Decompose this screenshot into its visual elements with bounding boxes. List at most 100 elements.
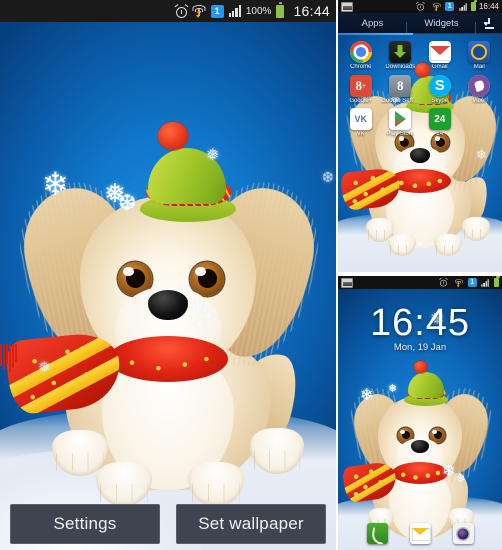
gallery-icon <box>341 1 353 12</box>
app-item-gmail[interactable]: Gmail <box>420 41 460 71</box>
app-item-downloads[interactable]: Downloads <box>381 41 421 71</box>
status-bar-clock: 16:44 <box>293 3 330 19</box>
play-store-icon <box>389 108 412 131</box>
snowflake-icon: ❆ <box>322 169 334 185</box>
app-item-google-plus[interactable]: 8 + Google+ <box>341 74 381 105</box>
app-item-skype[interactable]: Skype <box>420 74 460 105</box>
notification-badge: 1 <box>210 4 224 18</box>
notification-badge: 1 <box>467 278 477 287</box>
lock-date: Mon, 19 Jan <box>393 342 447 353</box>
puppy-eye-right <box>190 262 224 296</box>
alarm-clock-icon <box>438 277 448 287</box>
scarf-ring <box>392 462 448 484</box>
scarf-tail <box>341 460 399 504</box>
google-settings-icon: 8 <box>389 74 412 97</box>
download-button[interactable] <box>476 17 502 29</box>
scarf-tail <box>340 167 402 211</box>
app-label: Gmail <box>431 64 448 70</box>
vk-icon <box>349 108 372 131</box>
lock-clock: 16:45 <box>369 302 471 344</box>
page-indicator <box>338 241 502 246</box>
battery-full-icon <box>276 2 285 18</box>
gallery-icon <box>341 277 353 288</box>
app-item-24[interactable]: 24 24 <box>420 108 460 138</box>
puppy-paw-right-front <box>188 462 244 506</box>
set-wallpaper-button[interactable]: Set wallpaper <box>176 504 326 544</box>
signal-bars-icon <box>458 2 467 11</box>
lock-status-bar: 1 <box>338 276 502 289</box>
battery-full-icon <box>494 276 500 287</box>
download-icon <box>482 17 494 29</box>
scarf-fringe <box>0 344 18 372</box>
app-label: Google+ <box>349 97 373 104</box>
puppy-paw-right-back <box>462 217 490 241</box>
app-label: Skype <box>431 97 449 104</box>
screenshot-root: ❄ ❅ ❆ ❅ ❄ ❄ ❄ ❆ ❅ 1 100% 16:44 Settings … <box>0 0 502 550</box>
scarf-ring <box>108 336 228 382</box>
wifi-download-icon <box>432 2 441 11</box>
google-plus-icon: 8 + <box>349 74 372 97</box>
app-label: Viber <box>472 97 487 104</box>
drawer-tab-bar: Apps Widgets <box>338 13 502 35</box>
scarf-tail <box>4 330 124 416</box>
camera-icon[interactable] <box>452 523 474 544</box>
app-label: Google Settings <box>381 97 419 104</box>
settings-button[interactable]: Settings <box>10 504 160 544</box>
hat-pompom <box>414 361 427 373</box>
downloads-icon <box>389 41 412 63</box>
gmail-icon <box>428 41 451 63</box>
tab-apps[interactable]: Apps <box>338 18 407 35</box>
app-item-empty <box>460 108 500 138</box>
alarm-clock-icon <box>174 3 189 18</box>
alarm-clock-icon <box>416 1 425 11</box>
message-icon[interactable] <box>409 523 431 544</box>
status-bar: 1 100% 16:44 <box>0 0 336 22</box>
hat-cone <box>408 372 444 398</box>
app-label: VK <box>356 131 365 138</box>
phone-icon[interactable] <box>366 523 388 544</box>
battery-full-icon <box>471 0 478 11</box>
app-label: Downloads <box>385 64 416 70</box>
main-wallpaper-preview: ❄ ❅ ❆ ❅ ❄ ❄ ❄ ❆ ❅ 1 100% 16:44 Settings … <box>0 0 336 550</box>
signal-bars-icon <box>228 5 241 17</box>
page-dot-active[interactable] <box>417 241 423 246</box>
app-label: 24 <box>436 131 444 138</box>
tab-widgets[interactable]: Widgets <box>407 18 476 35</box>
app-label: Chrome <box>350 64 372 70</box>
chrome-icon <box>349 41 372 63</box>
tab-active-underline <box>338 33 414 35</box>
app-item-vk[interactable]: VK <box>341 108 381 138</box>
puppy-nose <box>411 440 429 453</box>
home-status-bar: 1 16:44 <box>338 0 502 13</box>
app-item-chrome[interactable]: Chrome <box>341 41 381 71</box>
app-item-mail[interactable]: Mail <box>460 41 500 71</box>
puppy-nose <box>148 290 188 320</box>
lock-screen-preview: ❄ ❅ ❄ ❄ ❅ 16:45 Mon, 19 Jan 1 <box>338 276 502 550</box>
app-item-viber[interactable]: Viber <box>460 74 500 105</box>
puppy-nose <box>410 148 430 163</box>
app-label: Play Store <box>386 131 415 138</box>
wallpaper-action-bar: Settings Set wallpaper <box>0 504 336 544</box>
wifi-download-icon <box>454 278 463 287</box>
viber-icon <box>468 74 491 97</box>
skype-icon <box>428 74 451 97</box>
battery-percent-label: 100% <box>245 5 272 17</box>
puppy-paw-right-back <box>250 428 304 474</box>
hat-pompom <box>158 122 188 150</box>
app-item-play-store[interactable]: Play Store <box>381 108 421 138</box>
app-label: Mail <box>473 64 485 70</box>
app-item-google-settings[interactable]: 8 Google Settings <box>381 74 421 105</box>
home-status-clock: 16:44 <box>478 2 499 11</box>
signal-bars-icon <box>481 278 490 287</box>
page-dot[interactable] <box>431 241 435 245</box>
lock-shortcut-dock <box>338 523 502 544</box>
page-dot[interactable] <box>405 241 409 245</box>
puppy-paw-left-front <box>96 462 152 506</box>
notification-badge: 1 <box>445 2 455 11</box>
wifi-download-icon <box>192 5 206 18</box>
green-24-icon: 24 <box>428 108 451 131</box>
apps-drawer-preview: ❄ ❅ ❄ Chrome Downloads Gmail Mail <box>338 0 502 272</box>
app-grid: Chrome Downloads Gmail Mail 8 + Google+ 8… <box>338 35 502 138</box>
hat-cone <box>148 148 226 204</box>
mail-icon <box>468 41 491 63</box>
